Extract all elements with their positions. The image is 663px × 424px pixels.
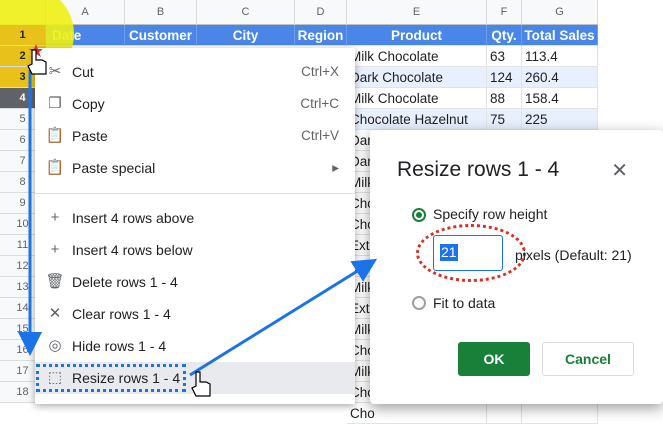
qty-cell[interactable]: 88 — [487, 88, 522, 109]
scissors-icon: ✂ — [48, 63, 62, 80]
specify-height-label: Specify row height — [433, 206, 548, 222]
sales-cell[interactable]: 113.4 — [522, 46, 598, 67]
menu-item-delete-rows[interactable]: 🗑 Delete rows 1 - 4 — [35, 266, 355, 298]
menu-item-paste-special[interactable]: 📋 Paste special ▸ — [35, 152, 355, 184]
menu-item-insert-above[interactable]: + Insert 4 rows above — [35, 202, 355, 234]
height-input-annotation-ellipse — [416, 224, 526, 282]
close-icon[interactable]: ✕ — [611, 158, 628, 183]
product-cell[interactable]: Dark Chocolate — [347, 67, 487, 88]
eye-off-icon: ◎ — [48, 337, 62, 354]
product-cell[interactable]: Cho — [347, 403, 487, 424]
header-cell-4[interactable]: Region — [295, 25, 347, 46]
qty-cell[interactable]: 75 — [487, 109, 522, 130]
close-icon: ✕ — [48, 305, 62, 322]
menu-item-paste[interactable]: 📋 Paste Ctrl+V — [35, 120, 355, 152]
header-cell-3[interactable]: City — [197, 25, 295, 46]
menu-divider — [35, 193, 355, 194]
qty-cell[interactable]: 63 — [487, 46, 522, 67]
header-cell-7[interactable]: Total Sales — [522, 25, 598, 46]
plus-icon: + — [50, 209, 60, 226]
column-header-g[interactable]: G — [522, 0, 598, 25]
ok-button[interactable]: OK — [458, 342, 530, 376]
sales-cell[interactable] — [522, 403, 598, 424]
fit-to-data-radio[interactable] — [412, 296, 426, 310]
copy-icon: ❐ — [48, 95, 62, 112]
resize-rows-dialog: Resize rows 1 - 4 ✕ Specify row height 2… — [370, 130, 663, 404]
trash-icon: 🗑 — [45, 273, 65, 290]
dialog-title: Resize rows 1 - 4 — [397, 158, 560, 181]
sales-cell[interactable]: 225 — [522, 109, 598, 130]
header-cell-5[interactable]: Product — [347, 25, 487, 46]
clipboard-icon: 📋 — [45, 159, 65, 176]
qty-cell[interactable]: 124 — [487, 67, 522, 88]
clipboard-icon: 📋 — [45, 127, 65, 144]
column-header-b[interactable]: B — [125, 0, 197, 25]
menu-item-hide-rows[interactable]: ◎ Hide rows 1 - 4 — [35, 330, 355, 362]
submenu-arrow-icon: ▸ — [332, 160, 339, 175]
column-header-e[interactable]: E — [347, 0, 487, 25]
pixels-default-label: pixels (Default: 21) — [515, 247, 632, 263]
context-menu: ✂ Cut Ctrl+X ❐ Copy Ctrl+C 📋 Paste Ctrl+… — [35, 48, 355, 404]
menu-item-clear-rows[interactable]: ✕ Clear rows 1 - 4 — [35, 298, 355, 330]
column-header-c[interactable]: C — [197, 0, 295, 25]
header-cell-6[interactable]: Qty. — [487, 25, 522, 46]
specify-height-radio[interactable] — [412, 208, 426, 222]
sales-cell[interactable]: 260.4 — [522, 67, 598, 88]
menu-item-insert-below[interactable]: + Insert 4 rows below — [35, 234, 355, 266]
plus-icon: + — [50, 241, 60, 258]
column-header-f[interactable]: F — [487, 0, 522, 25]
product-cell[interactable]: Chocolate Hazelnut — [347, 109, 487, 130]
column-header-d[interactable]: D — [295, 0, 347, 25]
sales-cell[interactable]: 158.4 — [522, 88, 598, 109]
qty-cell[interactable] — [487, 403, 522, 424]
resize-rows-annotation-box — [36, 364, 186, 392]
product-cell[interactable]: Milk Chocolate — [347, 88, 487, 109]
menu-item-cut[interactable]: ✂ Cut Ctrl+X — [35, 56, 355, 88]
header-cell-2[interactable]: Customer — [125, 25, 197, 46]
product-cell[interactable]: Milk Chocolate — [347, 46, 487, 67]
fit-to-data-label: Fit to data — [433, 295, 496, 311]
menu-item-copy[interactable]: ❐ Copy Ctrl+C — [35, 88, 355, 120]
cancel-button[interactable]: Cancel — [542, 342, 634, 376]
row-header-1[interactable]: 1 — [0, 25, 46, 46]
